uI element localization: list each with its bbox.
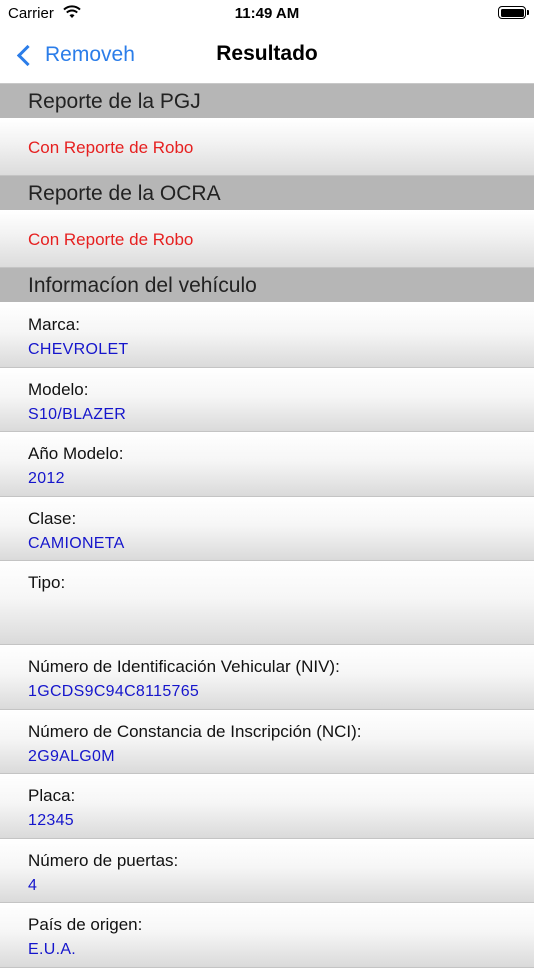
field-label: Marca: [28,315,80,334]
section-header-pgj: Reporte de la PGJ [0,84,534,119]
field-label: Tipo: [28,573,66,592]
list-item-nci: Número de Constancia de Inscripción (NCI… [0,709,534,774]
list-item-anio-modelo: Año Modelo: 2012 [0,432,534,497]
list-item-puertas: Número de puertas: 4 [0,838,534,903]
list-item-clase: Clase: CAMIONETA [0,496,534,561]
field-label: Modelo: [28,379,89,399]
field-label: Año Modelo: [28,444,124,463]
field-label: Clase: [28,508,77,528]
field-value: CAMIONETA [28,534,125,552]
field-label: País de origen: [28,915,143,934]
section-header-ocra: Reporte de la OCRA [0,176,534,211]
list-item-tipo: Tipo: [0,561,534,645]
page-title: Resultado [216,42,318,65]
field-value: 4 [28,876,38,894]
list-item-niv: Número de Identificación Vehicular (NIV)… [0,645,534,710]
field-label: Número de Identificación Vehicular (NIV)… [28,657,340,676]
navigation-bar: Removeh Resultado [0,28,534,84]
field-label: Placa: [28,786,76,805]
status-bar: Carrier 11:49 AM [0,0,534,28]
result-list[interactable]: Reporte de la PGJ Con Reporte de Robo Re… [0,84,534,968]
field-value: E.U.A. [28,941,77,958]
section-header-vehicle: Informacíon del vehículo [0,268,534,303]
field-value: 1GCDS9C94C8115765 [28,683,200,700]
pgj-report-status: Con Reporte de Robo [0,119,534,176]
list-item-pais-origen: País de origen: E.U.A. [0,903,534,968]
field-value: S10/BLAZER [28,405,127,423]
field-label: Número de puertas: [28,850,179,870]
list-item-marca: Marca: CHEVROLET [0,303,534,368]
field-value: 2G9ALG0M [28,747,115,765]
field-value: 2012 [28,470,65,487]
field-value: 12345 [28,812,74,829]
battery-icon [498,6,529,19]
field-value: CHEVROLET [28,341,129,358]
clock: 11:49 AM [234,5,300,22]
list-item-modelo: Modelo: S10/BLAZER [0,367,534,432]
ocra-report-status: Con Reporte de Robo [0,211,534,268]
field-label: Número de Constancia de Inscripción (NCI… [28,721,362,741]
list-item-placa: Placa: 12345 [0,774,534,839]
